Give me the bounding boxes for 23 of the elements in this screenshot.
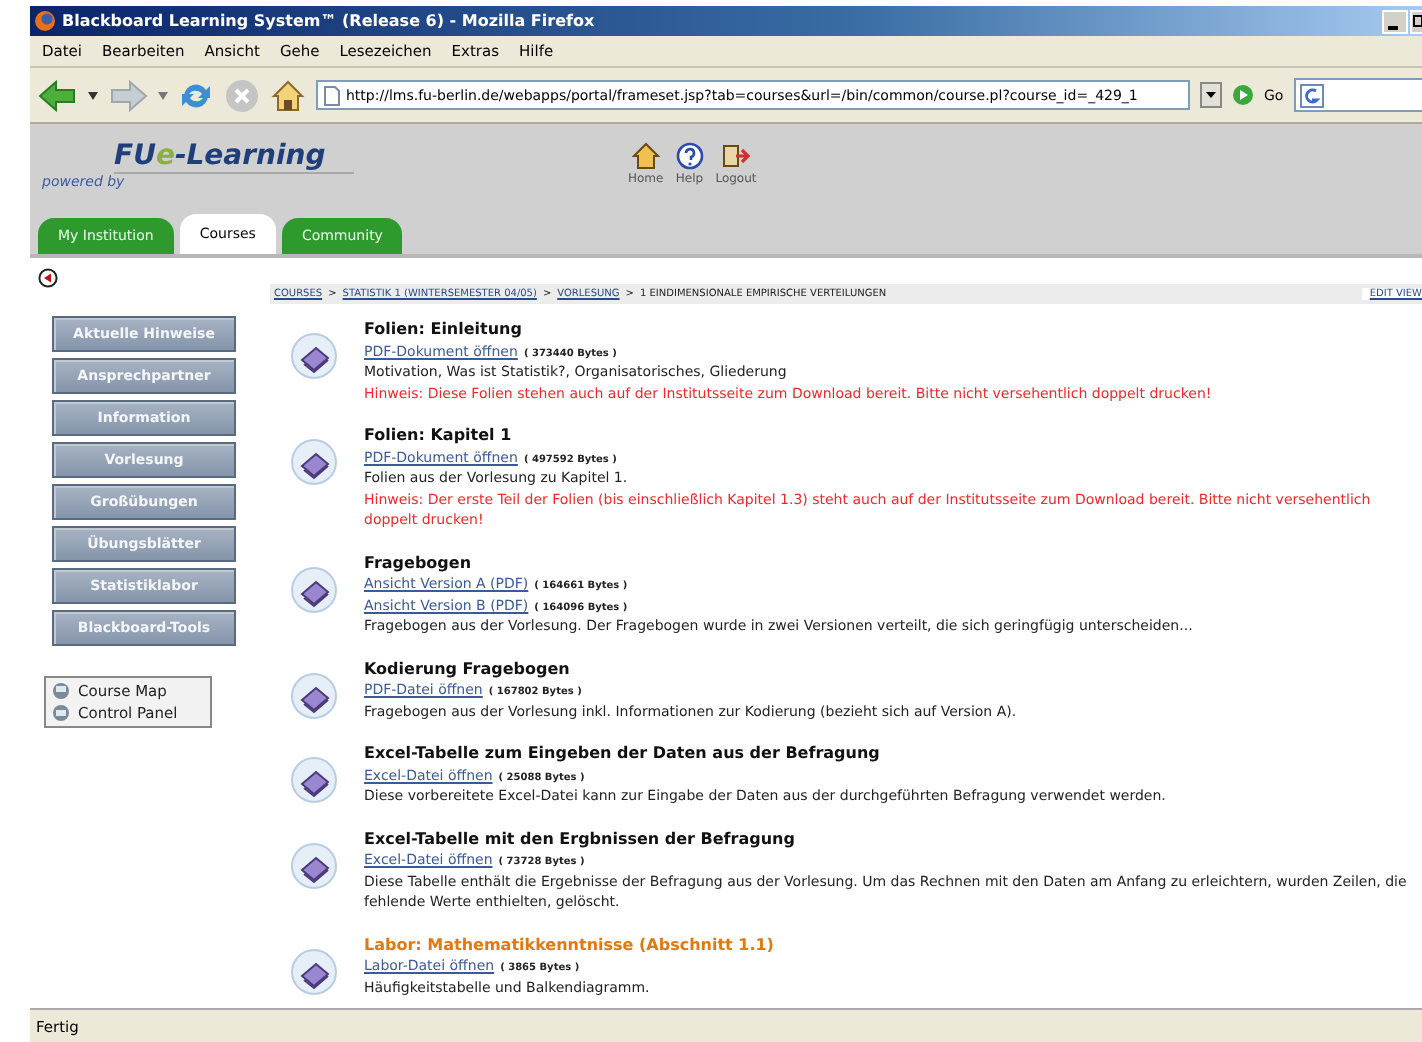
logo: FUe-Learning: [114, 140, 354, 174]
search-field[interactable]: [1293, 78, 1422, 112]
window-title: Blackboard Learning System™ (Release 6) - Mozilla Firefox: [62, 12, 597, 30]
item-title: Labor: Mathematikkenntnisse (Abschnitt 1.1): [364, 935, 776, 956]
firefox-icon: [34, 10, 56, 32]
page-icon: [324, 85, 340, 105]
search-engine-icon[interactable]: [1299, 83, 1324, 107]
item-title: Folien: Einleitung: [364, 320, 524, 341]
maximize-button[interactable]: [1410, 9, 1422, 33]
item-title: Excel-Tabelle zum Eingeben der Daten aus der Befragung: [364, 744, 882, 765]
go-icon[interactable]: [1232, 84, 1254, 106]
item-title: Fragebogen: [364, 553, 474, 574]
item-title: Kodierung Fragebogen: [364, 659, 572, 680]
item-title: Folien: Kapitel 1: [364, 426, 514, 447]
back-arrow-icon[interactable]: [38, 77, 78, 113]
help-icon: [675, 142, 704, 170]
item-title: Excel-Tabelle mit den Ergbnissen der Befragung: [364, 829, 797, 850]
dropdown-caret-icon[interactable]: [88, 91, 98, 99]
dropdown-button[interactable]: [1200, 82, 1222, 108]
home-icon: [631, 142, 660, 170]
home-icon[interactable]: [270, 77, 306, 113]
logout-icon: [721, 142, 750, 170]
back-button[interactable]: [38, 268, 58, 288]
